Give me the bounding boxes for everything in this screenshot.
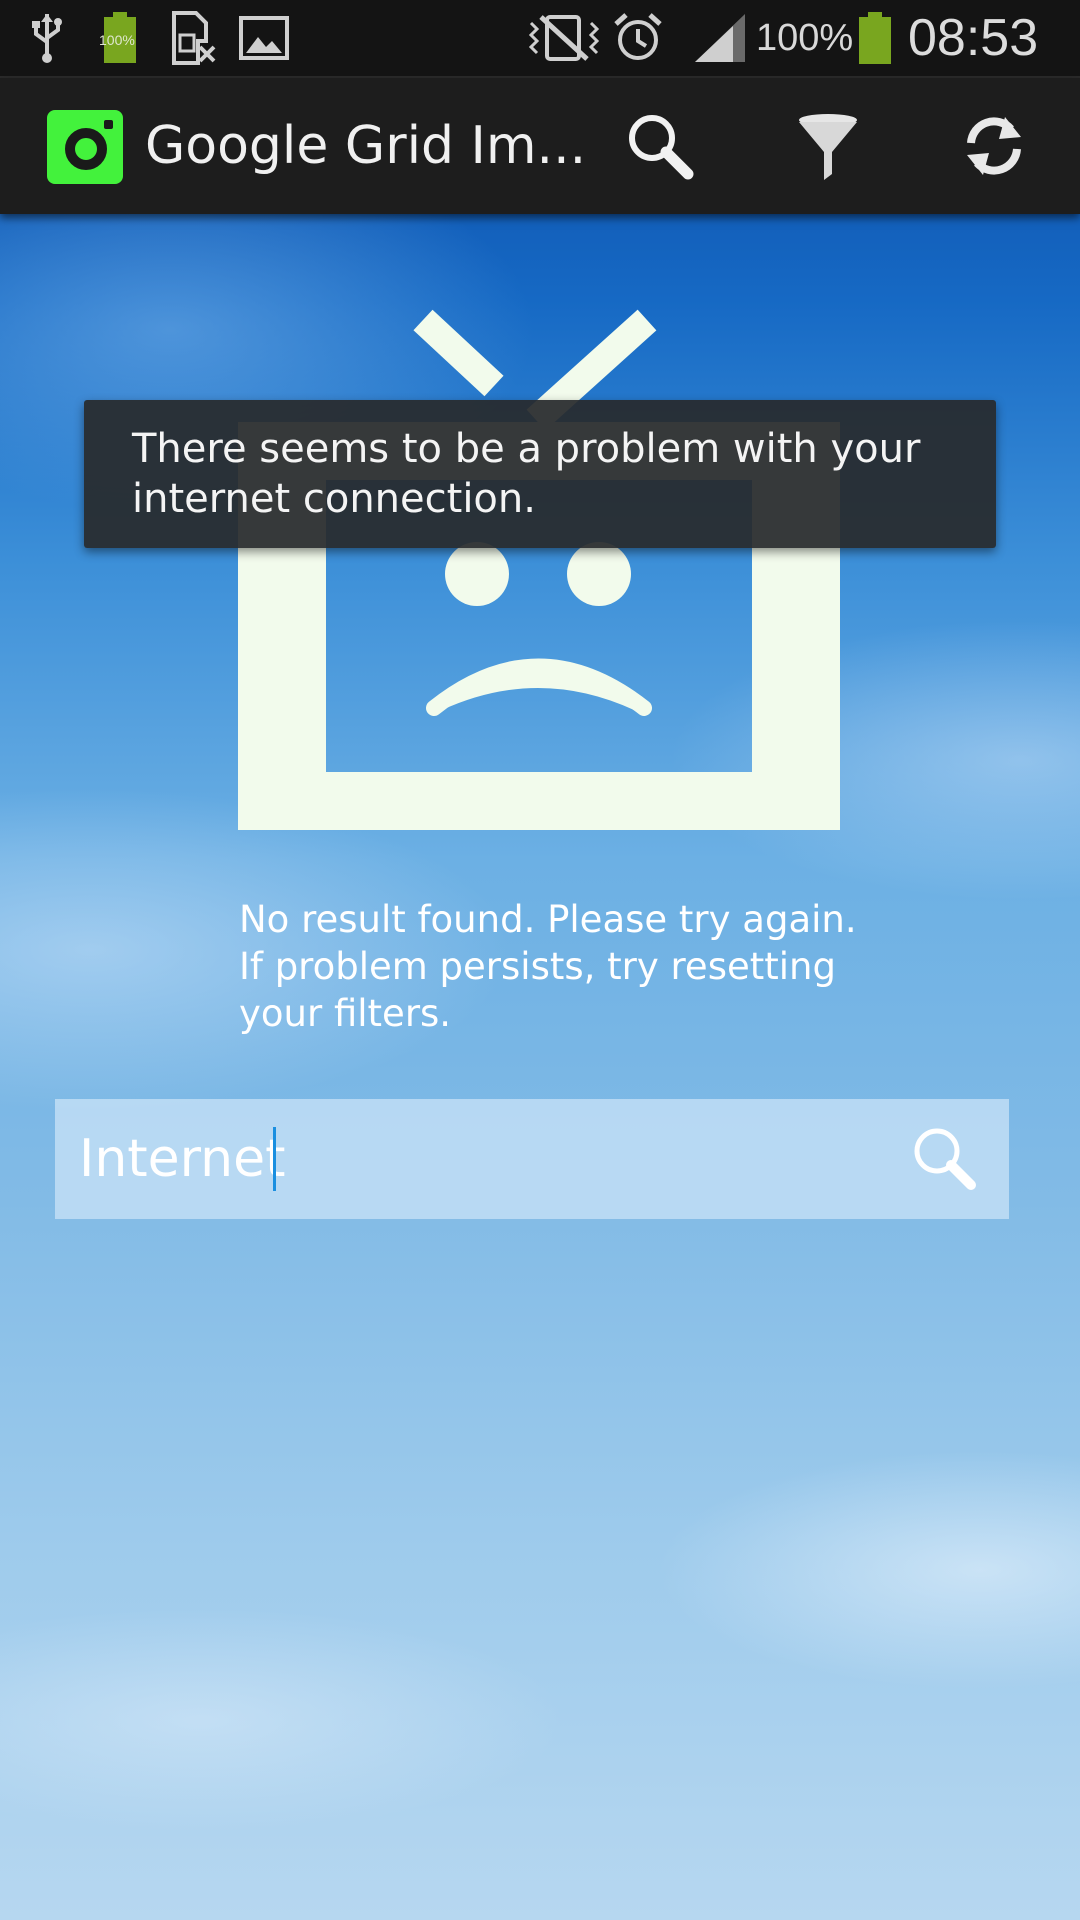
signal-icon bbox=[692, 0, 748, 76]
toast-message: There seems to be a problem with your in… bbox=[132, 424, 952, 524]
search-button[interactable] bbox=[612, 100, 708, 192]
usb-icon bbox=[26, 0, 68, 76]
search-icon bbox=[914, 1128, 976, 1190]
action-bar: Google Grid Im... bbox=[0, 78, 1080, 214]
text-cursor bbox=[273, 1127, 276, 1191]
app-title: Google Grid Im... bbox=[145, 116, 587, 176]
filter-icon bbox=[799, 114, 857, 180]
no-result-line-1: No result found. Please try again. bbox=[239, 898, 857, 941]
connection-error-toast: There seems to be a problem with your in… bbox=[84, 400, 996, 548]
app-logo-icon[interactable] bbox=[47, 110, 123, 184]
alarm-icon bbox=[610, 0, 666, 76]
image-icon bbox=[237, 0, 291, 76]
search-icon bbox=[629, 115, 694, 180]
battery-icon bbox=[854, 0, 896, 76]
no-result-message: No result found. Please try again. If pr… bbox=[239, 896, 879, 1037]
mini-battery-label: 100% bbox=[99, 32, 135, 48]
status-bar: 100% 100% 08:53 bbox=[0, 0, 1080, 78]
sad-tv-icon bbox=[238, 309, 840, 830]
refresh-icon bbox=[967, 117, 1021, 175]
filter-button[interactable] bbox=[780, 100, 876, 192]
battery-percent: 100% bbox=[756, 17, 854, 59]
search-box bbox=[55, 1099, 1009, 1219]
clock: 08:53 bbox=[908, 9, 1039, 67]
toast-line-1: There seems to be a problem with your bbox=[132, 426, 921, 472]
no-result-line-3: your filters. bbox=[239, 992, 452, 1035]
mute-vibrate-icon bbox=[528, 0, 600, 76]
no-result-line-2: If problem persists, try resetting bbox=[239, 945, 836, 988]
toast-line-2: internet connection. bbox=[132, 476, 536, 522]
search-submit-button[interactable] bbox=[903, 1117, 987, 1201]
search-input[interactable] bbox=[79, 1099, 899, 1219]
sim-card-error-icon bbox=[170, 0, 216, 76]
refresh-button[interactable] bbox=[946, 100, 1042, 192]
